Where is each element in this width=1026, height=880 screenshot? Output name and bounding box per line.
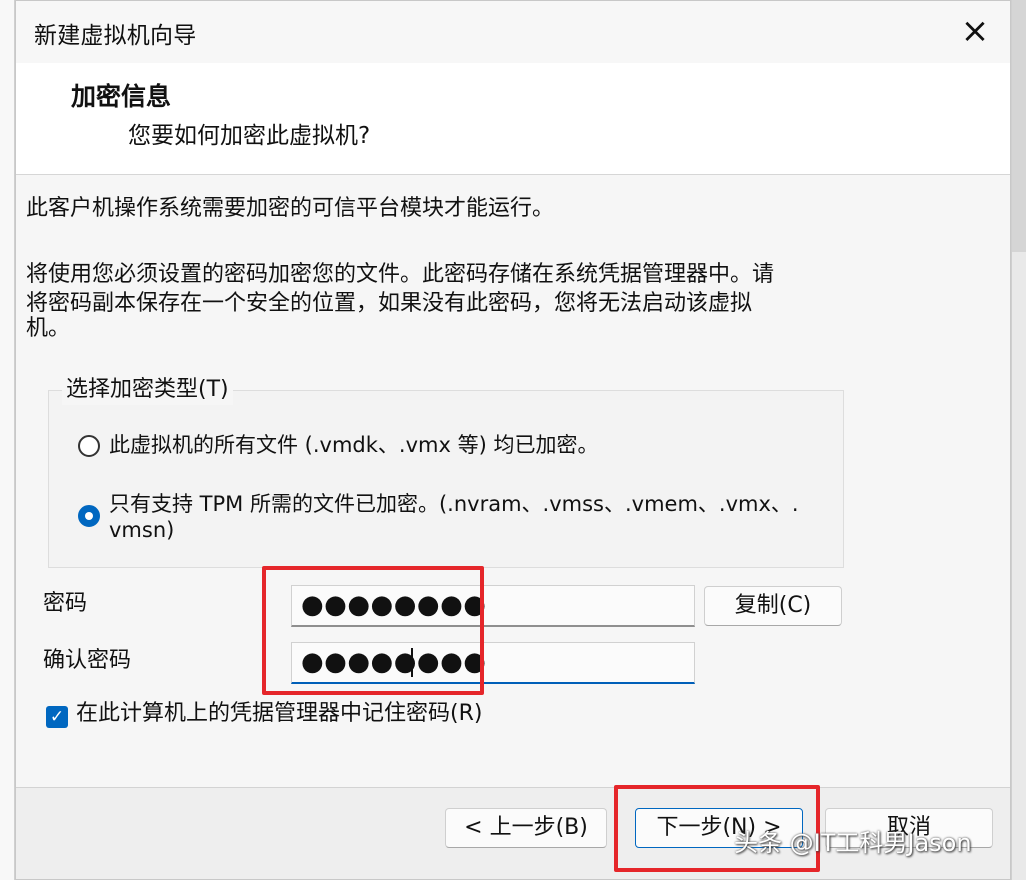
confirm-password-input[interactable]: ●●●●●●●●: [291, 642, 695, 684]
encryption-description-line-1: 将使用您必须设置的密码加密您的文件。此密码存储在系统凭据管理器中。请: [26, 262, 775, 287]
cancel-button[interactable]: 取消: [825, 808, 993, 848]
close-icon[interactable]: ×: [954, 11, 996, 53]
confirm-password-masked-value: ●●●●●●●●: [301, 647, 487, 677]
screenshot-root: 新建虚拟机向导 × 加密信息 您要如何加密此虚拟机? 此客户机操作系统需要加密的…: [0, 0, 1026, 880]
encryption-description-line-2: 将密码副本保存在一个安全的位置，如果没有此密码，您将无法启动该虚拟: [26, 291, 753, 316]
confirm-password-label: 确认密码: [43, 648, 132, 673]
page-subtitle: 您要如何加密此虚拟机?: [128, 123, 371, 149]
new-vm-wizard-dialog: 新建虚拟机向导 × 加密信息 您要如何加密此虚拟机? 此客户机操作系统需要加密的…: [15, 0, 1011, 880]
all-files-radio[interactable]: [78, 435, 100, 457]
password-input[interactable]: ●●●●●●●●: [291, 585, 695, 627]
remember-password-checkbox[interactable]: ✓: [46, 706, 68, 728]
left-window-edge: [0, 0, 15, 880]
copy-password-button[interactable]: 复制(C): [704, 586, 842, 626]
next-button[interactable]: 下一步(N) >: [635, 808, 803, 848]
text-caret: [411, 648, 413, 677]
all-files-radio-label[interactable]: 此虚拟机的所有文件 (.vmdk、.vmx 等) 均已加密。: [109, 432, 598, 459]
wizard-content: 此客户机操作系统需要加密的可信平台模块才能运行。 将使用您必须设置的密码加密您的…: [16, 175, 1010, 787]
page-title: 加密信息: [71, 82, 172, 111]
remember-password-label[interactable]: 在此计算机上的凭据管理器中记住密码(R): [76, 699, 482, 729]
tpm-files-radio[interactable]: [78, 505, 100, 527]
right-window-edge: [1012, 0, 1026, 880]
tpm-files-radio-label-line-2[interactable]: vmsn): [109, 517, 174, 544]
password-masked-value: ●●●●●●●●: [301, 590, 487, 620]
password-label: 密码: [43, 591, 88, 616]
wizard-footer: < 上一步(B) 下一步(N) > 取消: [16, 787, 1010, 879]
window-title: 新建虚拟机向导: [34, 23, 197, 49]
tpm-files-radio-label-line-1[interactable]: 只有支持 TPM 所需的文件已加密。(.nvram、.vmss、.vmem、.v…: [109, 491, 799, 518]
back-button[interactable]: < 上一步(B): [445, 808, 607, 848]
encryption-description-line-3: 机。: [26, 316, 71, 341]
dialog-titlebar: 新建虚拟机向导 ×: [16, 1, 1010, 63]
encryption-type-legend: 选择加密类型(T): [62, 375, 233, 405]
tpm-intro-text: 此客户机操作系统需要加密的可信平台模块才能运行。: [26, 196, 555, 221]
wizard-header: 加密信息 您要如何加密此虚拟机?: [16, 63, 1010, 175]
